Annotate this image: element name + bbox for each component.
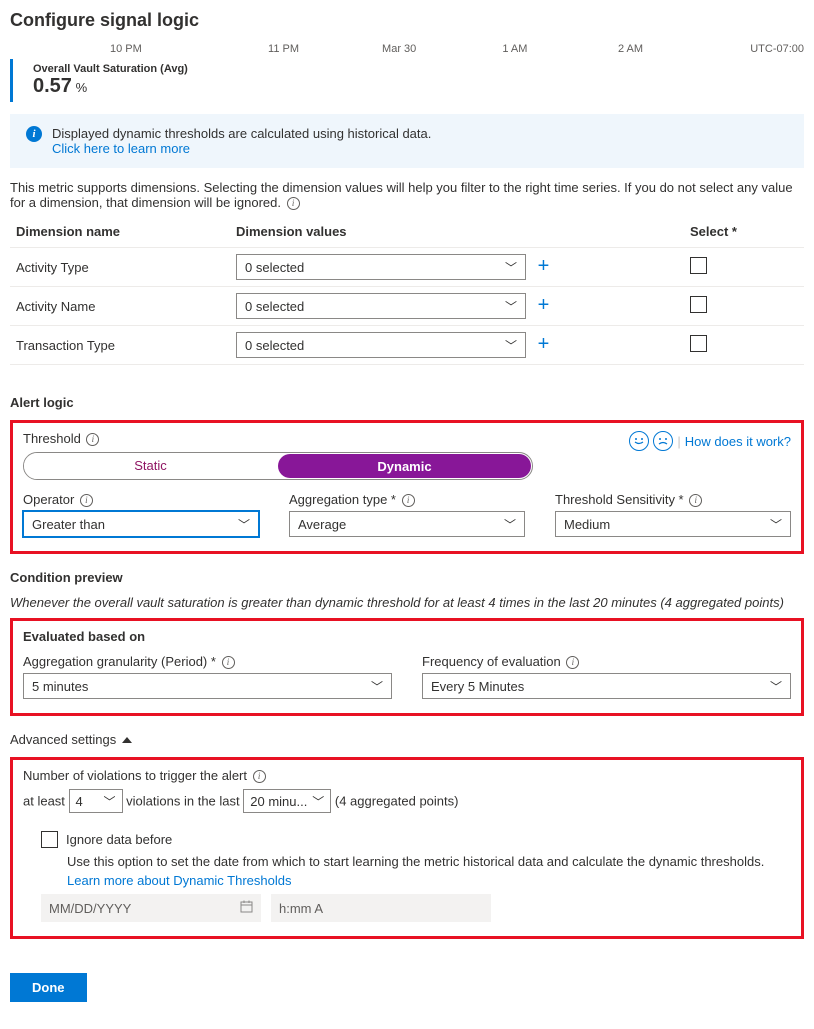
- select-checkbox[interactable]: [690, 257, 707, 274]
- violations-count-select[interactable]: 4﹀: [69, 789, 123, 813]
- chevron-down-icon: ﹀: [238, 516, 250, 533]
- ignore-checkbox[interactable]: [41, 831, 58, 848]
- info-banner: i Displayed dynamic thresholds are calcu…: [10, 114, 804, 168]
- chevron-down-icon: ﹀: [505, 337, 517, 354]
- frequency-label: Frequency of evaluation: [422, 654, 561, 669]
- info-icon: i: [26, 126, 42, 142]
- time-tick: 11 PM: [226, 43, 342, 55]
- info-icon[interactable]: i: [287, 197, 300, 210]
- info-icon[interactable]: i: [86, 433, 99, 446]
- ignore-time-input[interactable]: h:mm A: [271, 894, 491, 922]
- dynamic-thresholds-link[interactable]: Learn more about Dynamic Thresholds: [67, 873, 791, 888]
- preview-text: Whenever the overall vault saturation is…: [10, 595, 804, 610]
- info-icon[interactable]: i: [253, 770, 266, 783]
- granularity-label: Aggregation granularity (Period) *: [23, 654, 216, 669]
- violations-label: Number of violations to trigger the aler…: [23, 768, 247, 783]
- time-tick: UTC-07:00: [688, 43, 804, 55]
- done-button[interactable]: Done: [10, 973, 87, 1002]
- table-row: Activity Name 0 selected﹀ +: [10, 287, 804, 326]
- threshold-toggle[interactable]: Static Dynamic: [23, 452, 533, 480]
- evaluated-box: Evaluated based on Aggregation granulari…: [10, 618, 804, 716]
- violations-line: at least 4﹀ violations in the last 20 mi…: [23, 789, 791, 813]
- dim-value-select[interactable]: 0 selected﹀: [236, 332, 526, 358]
- threshold-label: Threshold: [23, 431, 81, 446]
- time-tick: 2 AM: [573, 43, 689, 55]
- page-title: Configure signal logic: [10, 10, 804, 31]
- operator-select[interactable]: Greater than﹀: [23, 511, 259, 537]
- info-icon[interactable]: i: [689, 494, 702, 507]
- granularity-select[interactable]: 5 minutes﹀: [23, 673, 392, 699]
- chevron-down-icon: ﹀: [104, 793, 116, 810]
- col-name: Dimension name: [10, 216, 230, 248]
- table-row: Activity Type 0 selected﹀ +: [10, 248, 804, 287]
- metric-card: Overall Vault Saturation (Avg) 0.57 %: [10, 59, 804, 102]
- feedback-group: | How does it work?: [629, 431, 791, 451]
- operator-label: Operator: [23, 492, 74, 507]
- chevron-down-icon: ﹀: [504, 516, 516, 533]
- time-tick: 10 PM: [10, 43, 226, 55]
- chevron-down-icon: ﹀: [505, 259, 517, 276]
- metric-label: Overall Vault Saturation (Avg): [33, 63, 784, 75]
- info-icon[interactable]: i: [402, 494, 415, 507]
- frown-icon[interactable]: [653, 431, 673, 451]
- calendar-icon: [240, 900, 253, 916]
- info-icon[interactable]: i: [222, 656, 235, 669]
- threshold-static[interactable]: Static: [24, 453, 277, 479]
- preview-heading: Condition preview: [10, 570, 804, 585]
- info-icon[interactable]: i: [566, 656, 579, 669]
- smile-icon[interactable]: [629, 431, 649, 451]
- col-select: Select *: [684, 216, 804, 248]
- add-dimension-button[interactable]: +: [530, 333, 558, 355]
- separator: |: [677, 434, 680, 449]
- frequency-select[interactable]: Every 5 Minutes﹀: [422, 673, 791, 699]
- chevron-up-icon: [122, 737, 132, 743]
- chevron-down-icon: ﹀: [505, 298, 517, 315]
- dim-name: Transaction Type: [10, 326, 230, 365]
- ignore-label: Ignore data before: [66, 832, 172, 847]
- learn-more-link[interactable]: Click here to learn more: [52, 141, 431, 156]
- sensitivity-select[interactable]: Medium﹀: [555, 511, 791, 537]
- col-values: Dimension values: [230, 216, 684, 248]
- time-tick: 1 AM: [457, 43, 573, 55]
- info-icon[interactable]: i: [80, 494, 93, 507]
- dim-name: Activity Type: [10, 248, 230, 287]
- metric-unit: %: [76, 80, 88, 95]
- chevron-down-icon: ﹀: [770, 516, 782, 533]
- chevron-down-icon: ﹀: [312, 793, 324, 810]
- violations-window-select[interactable]: 20 minu...﹀: [243, 789, 331, 813]
- how-it-works-link[interactable]: How does it work?: [685, 434, 791, 449]
- time-tick: Mar 30: [341, 43, 457, 55]
- dim-value-select[interactable]: 0 selected﹀: [236, 293, 526, 319]
- add-dimension-button[interactable]: +: [530, 294, 558, 316]
- alert-logic-heading: Alert logic: [10, 395, 804, 410]
- banner-text: Displayed dynamic thresholds are calcula…: [52, 126, 431, 141]
- ignore-desc: Use this option to set the date from whi…: [67, 854, 791, 869]
- sensitivity-label: Threshold Sensitivity *: [555, 492, 684, 507]
- add-dimension-button[interactable]: +: [530, 255, 558, 277]
- evaluated-heading: Evaluated based on: [23, 629, 791, 644]
- select-checkbox[interactable]: [690, 296, 707, 313]
- dimensions-table: Dimension name Dimension values Select *…: [10, 216, 804, 365]
- time-axis: 10 PM 11 PM Mar 30 1 AM 2 AM UTC-07:00: [10, 43, 804, 59]
- alert-logic-box: Threshold i | How does it work? Static D…: [10, 420, 804, 554]
- metric-value: 0.57: [33, 75, 72, 97]
- dim-name: Activity Name: [10, 287, 230, 326]
- chevron-down-icon: ﹀: [770, 678, 782, 695]
- aggtype-select[interactable]: Average﹀: [289, 511, 525, 537]
- ignore-date-input[interactable]: MM/DD/YYYY: [41, 894, 261, 922]
- advanced-box: Number of violations to trigger the aler…: [10, 757, 804, 939]
- table-row: Transaction Type 0 selected﹀ +: [10, 326, 804, 365]
- chevron-down-icon: ﹀: [371, 678, 383, 695]
- advanced-settings-toggle[interactable]: Advanced settings: [10, 732, 804, 747]
- threshold-dynamic[interactable]: Dynamic: [278, 454, 531, 478]
- dimensions-intro: This metric supports dimensions. Selecti…: [10, 180, 804, 210]
- dim-value-select[interactable]: 0 selected﹀: [236, 254, 526, 280]
- select-checkbox[interactable]: [690, 335, 707, 352]
- aggtype-label: Aggregation type *: [289, 492, 396, 507]
